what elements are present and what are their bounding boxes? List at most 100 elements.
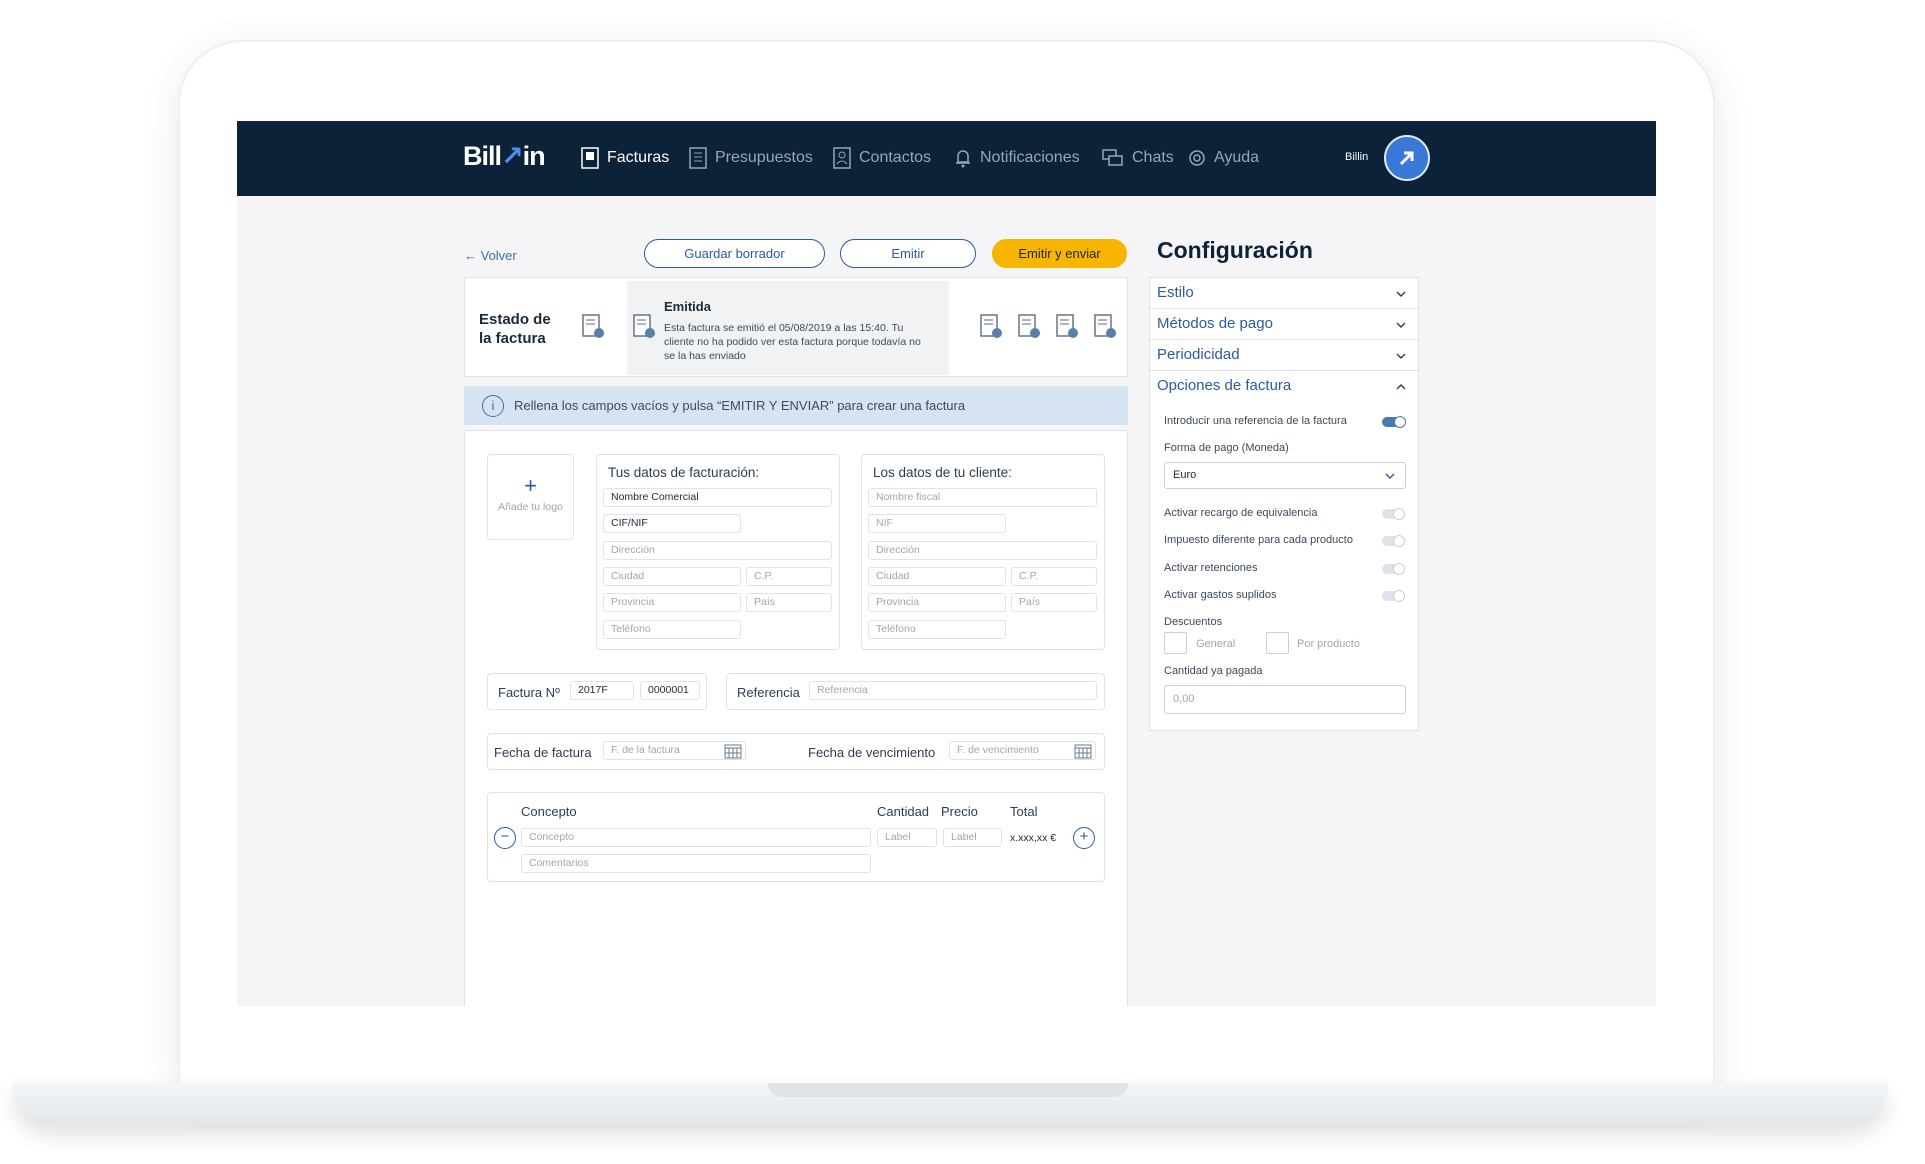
nav-label: Facturas [607, 149, 670, 166]
remove-line-button[interactable]: − [494, 827, 516, 849]
invoice-form: + Añade tu logo Tus datos de facturación… [464, 430, 1128, 1006]
my-cp-field[interactable]: C.P. [746, 567, 832, 586]
status-title-line1: Estado de [479, 311, 551, 328]
app-screen: Bill↗in Facturas Presupuestos Contactos … [237, 121, 1656, 1006]
my-pais-field[interactable]: País [746, 593, 832, 612]
config-panel: Estilo Métodos de pago Periodicidad Opci… [1149, 277, 1419, 731]
add-line-button[interactable]: + [1073, 827, 1095, 849]
cantidad-field[interactable]: Label [877, 828, 937, 847]
chevron-down-icon [1385, 473, 1395, 479]
concepto-header: Concepto [521, 804, 577, 819]
toggle-retenciones[interactable] [1382, 563, 1405, 575]
back-link[interactable]: ← Volver [464, 248, 517, 263]
doc-paid-icon [1056, 314, 1078, 338]
reference-box: Referencia Referencia [726, 673, 1105, 710]
doc-closed-icon [1094, 314, 1116, 338]
accordion-label: Métodos de pago [1157, 315, 1273, 332]
save-draft-button[interactable]: Guardar borrador [644, 239, 825, 268]
toggle-knob [1393, 590, 1405, 602]
client-ciudad-field[interactable]: Ciudad [868, 567, 1006, 586]
add-logo-label: Añade tu logo [498, 501, 563, 513]
reference-label: Referencia [737, 685, 800, 700]
client-direccion-field[interactable]: Dirección [868, 541, 1097, 560]
reference-field[interactable]: Referencia [809, 681, 1097, 700]
client-pais-field[interactable]: País [1011, 593, 1097, 612]
invoice-number-field[interactable]: 0000001 [640, 681, 700, 700]
invoice-number-label: Factura Nº [498, 685, 560, 700]
emit-and-send-button[interactable]: Emitir y enviar [992, 239, 1127, 268]
my-telefono-field[interactable]: Teléfono [603, 620, 741, 639]
nav-contactos[interactable]: Contactos [833, 147, 931, 169]
toggle-recargo[interactable] [1382, 508, 1405, 520]
chat-icon [1102, 149, 1123, 166]
invoice-icon [581, 147, 599, 169]
invoice-series-field[interactable]: 2017F [570, 681, 634, 700]
status-current: Emitida Esta factura se emitió el 05/08/… [627, 281, 949, 375]
invoice-lines-box: Concepto Cantidad Precio Total − Concept… [487, 792, 1105, 882]
laptop-notch [768, 1083, 1128, 1097]
calendar-icon[interactable] [724, 743, 742, 759]
calendar-icon[interactable] [1074, 743, 1092, 759]
info-banner: i Rellena los campos vacíos y pulsa “EMI… [464, 386, 1128, 425]
cantidad-pagada-input[interactable]: 0,00 [1164, 685, 1406, 714]
chevron-down-icon [1396, 353, 1406, 359]
my-ciudad-field[interactable]: Ciudad [603, 567, 741, 586]
general-label: General [1196, 638, 1236, 650]
accordion-metodos-pago[interactable]: Métodos de pago [1150, 309, 1418, 340]
accordion-estilo[interactable]: Estilo [1150, 278, 1418, 309]
checkbox-general[interactable] [1164, 632, 1187, 654]
nav-label: Presupuestos [715, 149, 813, 166]
checkbox-por-producto[interactable] [1266, 632, 1289, 654]
status-description: Esta factura se emitió el 05/08/2019 a l… [664, 322, 921, 362]
nav-facturas[interactable]: Facturas [581, 147, 669, 169]
dates-box: Fecha de factura F. de la factura Fecha … [487, 733, 1105, 770]
my-nombre-field[interactable]: Nombre Comercial [603, 488, 832, 507]
doc-sent-icon [980, 314, 1002, 338]
currency-select[interactable]: Euro [1164, 462, 1406, 489]
precio-field[interactable]: Label [943, 828, 1002, 847]
add-logo-box[interactable]: + Añade tu logo [487, 454, 574, 540]
help-icon [1189, 150, 1205, 166]
status-label: Emitida [664, 299, 711, 314]
my-direccion-field[interactable]: Dirección [603, 541, 832, 560]
nav-presupuestos[interactable]: Presupuestos [689, 147, 813, 169]
my-provincia-field[interactable]: Provincia [603, 593, 741, 612]
config-title: Configuración [1157, 237, 1313, 263]
currency-value: Euro [1173, 469, 1197, 481]
contacts-icon [833, 147, 851, 169]
client-cp-field[interactable]: C.P. [1011, 567, 1097, 586]
comentarios-field[interactable]: Comentarios [521, 854, 871, 873]
avatar[interactable] [1384, 135, 1430, 181]
nav-chats[interactable]: Chats [1102, 147, 1174, 169]
nav-label: Notificaciones [980, 149, 1080, 166]
my-data-title: Tus datos de facturación: [608, 465, 760, 480]
total-header: Total [1010, 804, 1038, 819]
forma-pago-label: Forma de pago (Moneda) [1164, 442, 1289, 454]
client-provincia-field[interactable]: Provincia [868, 593, 1006, 612]
my-cif-field[interactable]: CIF/NIF [603, 514, 741, 533]
toggle-knob [1393, 535, 1405, 547]
accordion-opciones-factura[interactable]: Opciones de factura [1150, 371, 1418, 402]
client-nombre-field[interactable]: Nombre fiscal [868, 488, 1097, 507]
option-retenciones-label: Activar retenciones [1164, 562, 1258, 574]
accordion-periodicidad[interactable]: Periodicidad [1150, 340, 1418, 371]
cantidad-header: Cantidad [877, 804, 930, 819]
billin-logo[interactable]: Bill↗in [463, 141, 546, 172]
client-nif-field[interactable]: NIF [868, 514, 1006, 533]
accordion-label: Periodicidad [1157, 346, 1240, 363]
toggle-impuesto[interactable] [1382, 535, 1405, 547]
user-name[interactable]: Billin [1345, 151, 1368, 163]
toggle-knob [1394, 416, 1406, 428]
cantidad-pagada-label: Cantidad ya pagada [1164, 665, 1263, 677]
client-telefono-field[interactable]: Teléfono [868, 620, 1006, 639]
invoice-status-card: Estado de la factura Emitida Esta factur… [464, 277, 1128, 377]
toggle-suplidos[interactable] [1382, 590, 1405, 602]
due-date-label: Fecha de vencimiento [808, 745, 936, 760]
nav-ayuda[interactable]: Ayuda [1188, 147, 1259, 169]
option-referencia-label: Introducir una referencia de la factura [1164, 415, 1347, 427]
emit-button[interactable]: Emitir [840, 239, 976, 268]
nav-notificaciones[interactable]: Notificaciones [954, 147, 1080, 169]
my-billing-data: Tus datos de facturación: Nombre Comerci… [596, 454, 840, 650]
concepto-field[interactable]: Concepto [521, 828, 871, 847]
toggle-referencia[interactable] [1382, 416, 1406, 428]
